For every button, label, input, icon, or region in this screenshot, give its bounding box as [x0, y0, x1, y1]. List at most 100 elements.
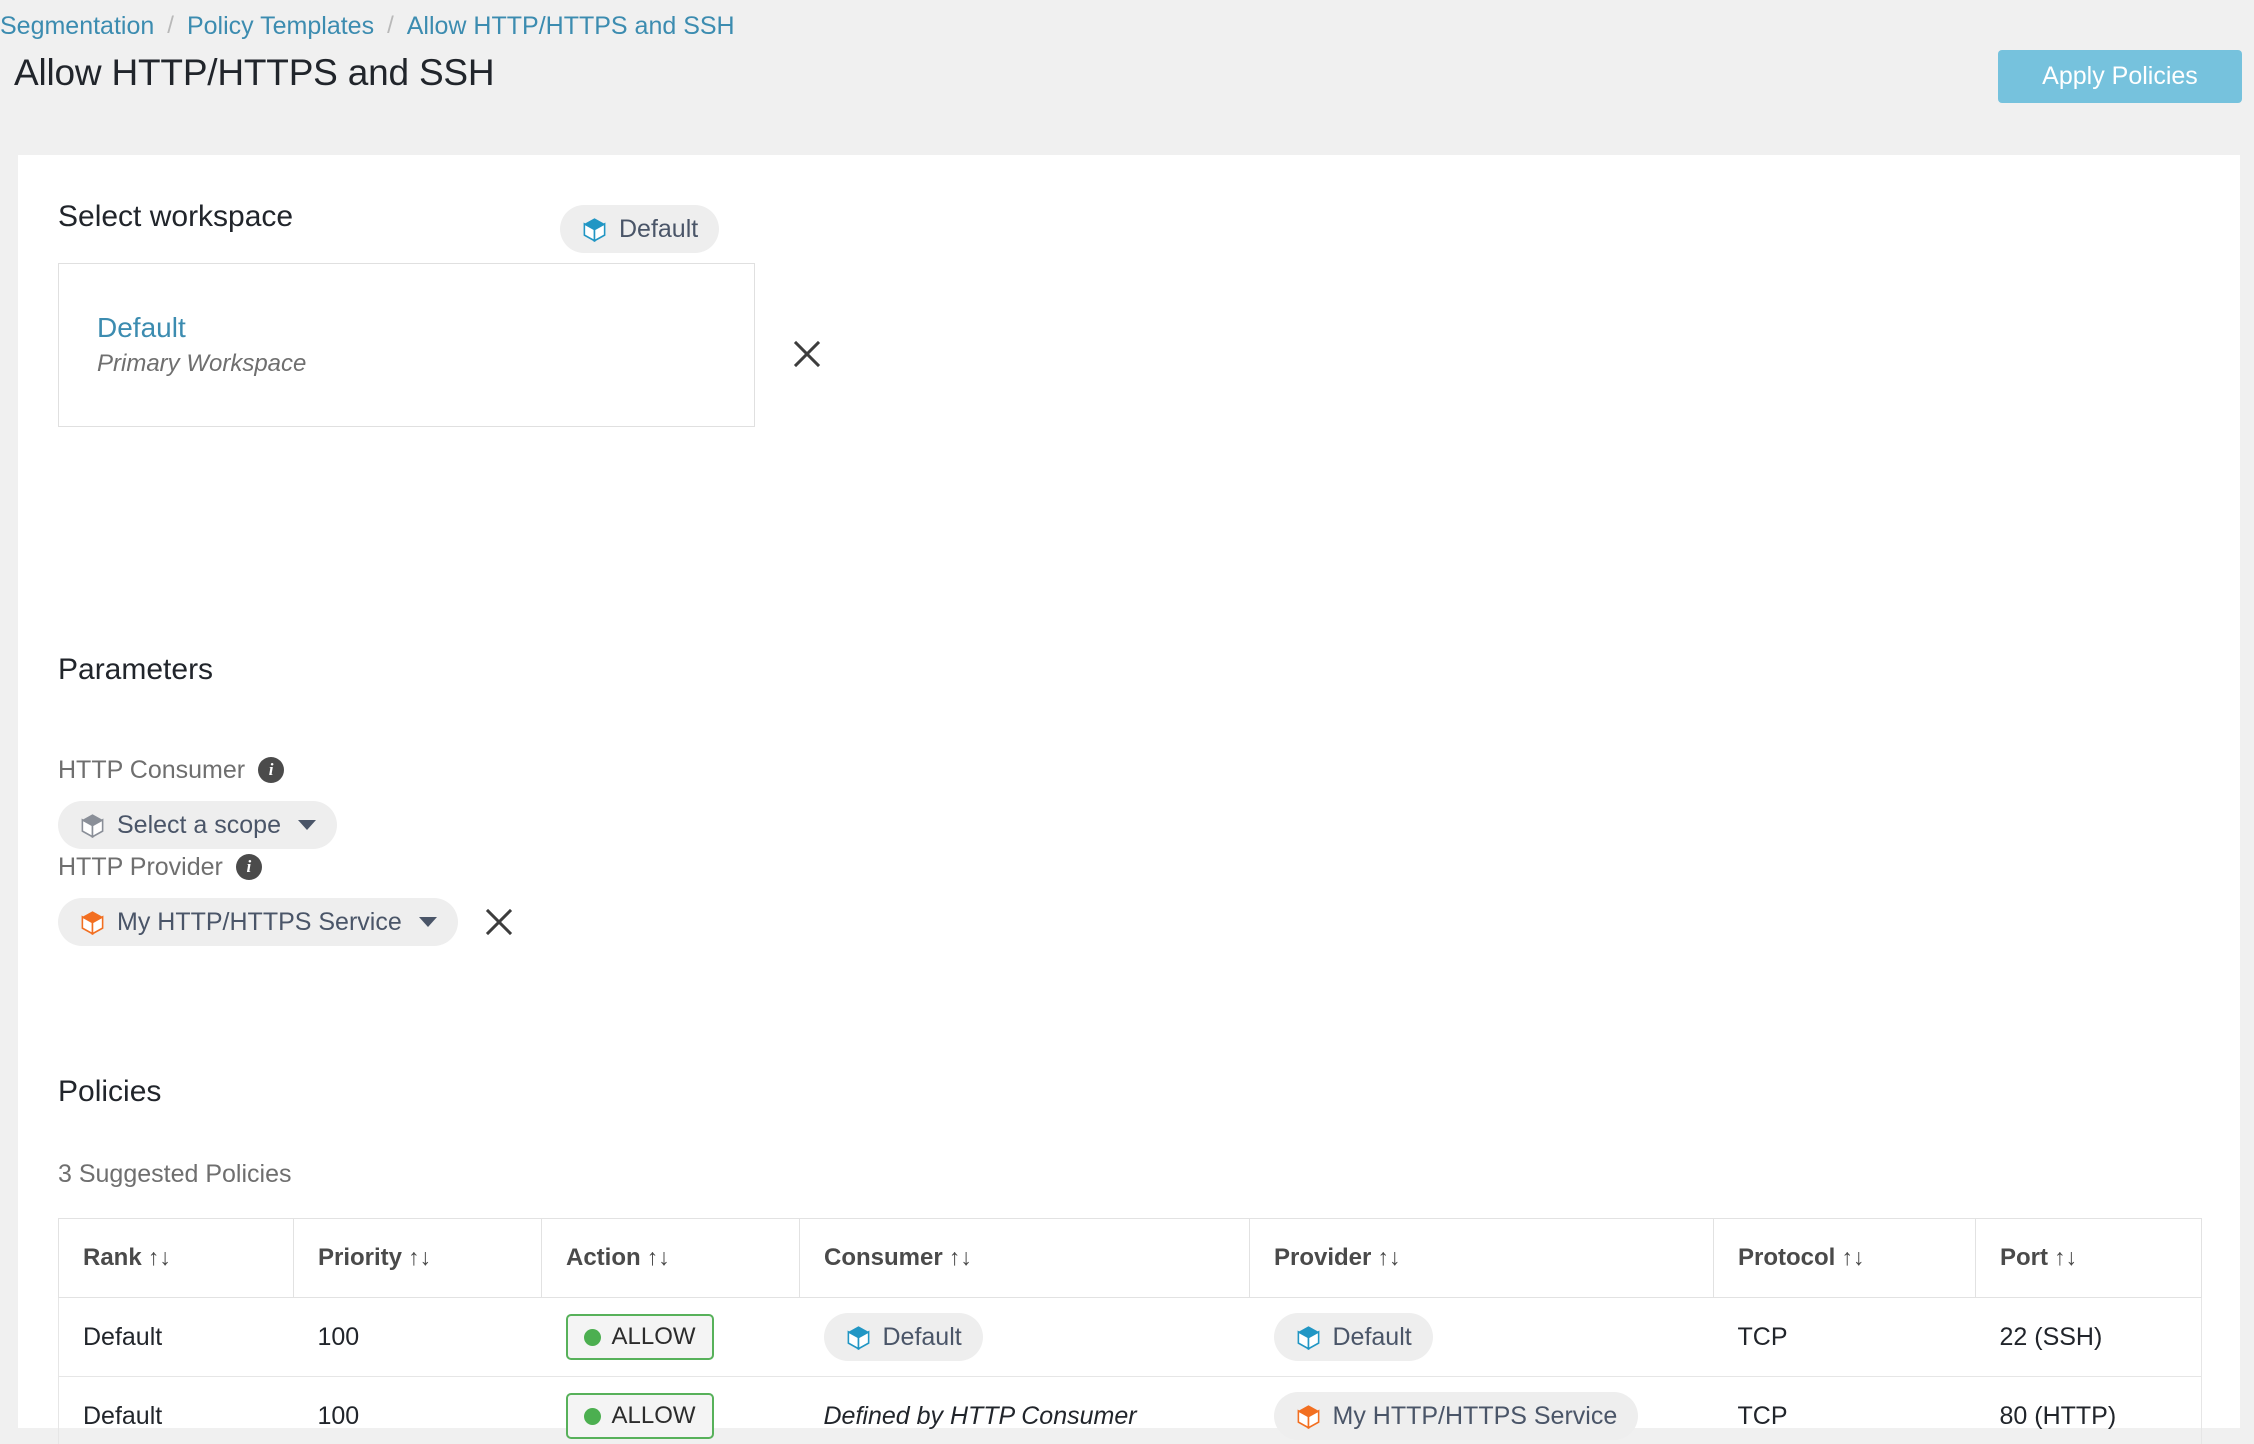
cell-port: 80 (HTTP)	[1975, 1376, 2202, 1444]
parameter-control: Select a scope	[58, 801, 337, 849]
cube-icon-gray	[81, 813, 104, 838]
policies-table: Rank ↑↓ Priority ↑↓ Action ↑↓ Consumer ↑↓ Pr…	[58, 1218, 2202, 1444]
breadcrumb-separator: /	[167, 12, 174, 39]
column-label: Protocol	[1738, 1244, 1836, 1271]
sort-icon[interactable]: ↑↓	[1377, 1244, 1400, 1270]
parameter-label-row: HTTP Provider i	[58, 850, 518, 884]
provider-chip[interactable]: My HTTP/HTTPS Service	[1273, 1392, 1639, 1440]
action-badge-label: ALLOW	[611, 1323, 696, 1350]
info-icon[interactable]: i	[235, 854, 262, 880]
http-provider-value: My HTTP/HTTPS Service	[117, 907, 402, 936]
column-label: Priority	[318, 1244, 403, 1271]
breadcrumb-item-current[interactable]: Allow HTTP/HTTPS and SSH	[407, 12, 735, 41]
provider-chip[interactable]: Default	[1273, 1313, 1433, 1361]
parameter-label: HTTP Provider	[58, 852, 223, 881]
cell-rank: Default	[58, 1297, 294, 1377]
chevron-down-icon	[298, 820, 316, 830]
sort-icon[interactable]: ↑↓	[949, 1244, 972, 1270]
action-badge-allow[interactable]: ALLOW	[565, 1314, 714, 1360]
remove-workspace-icon[interactable]	[788, 335, 826, 373]
content-panel: Select workspace Default Primary Workspa…	[18, 155, 2240, 1444]
cell-port: 22 (SSH)	[1975, 1297, 2202, 1377]
http-provider-scope-select[interactable]: My HTTP/HTTPS Service	[58, 898, 458, 946]
cell-protocol: TCP	[1713, 1297, 1976, 1377]
cell-priority: 100	[293, 1297, 542, 1377]
sort-icon[interactable]: ↑↓	[2054, 1244, 2077, 1270]
column-header-port[interactable]: Port ↑↓	[1975, 1218, 2202, 1298]
cell-consumer: Defined by HTTP Consumer	[799, 1376, 1250, 1444]
policies-count: 3 Suggested Policies	[58, 1160, 292, 1188]
workspace-scope-chip[interactable]: Default	[560, 205, 720, 253]
workspace-name-link[interactable]: Default	[97, 309, 306, 347]
policies-table-body: Default 100 ALLOW Default Default TCP 22 (SSH)…	[58, 1297, 2202, 1444]
consumer-chip[interactable]: Default	[823, 1313, 983, 1361]
cube-icon-blue	[847, 1325, 869, 1350]
chevron-down-icon	[418, 917, 437, 927]
column-label: Consumer	[824, 1244, 943, 1271]
cell-action: ALLOW	[541, 1297, 800, 1377]
provider-chip-label: Default	[1332, 1322, 1412, 1351]
workspace-scope-chip-label: Default	[619, 214, 699, 243]
workspace-info: Default Primary Workspace	[97, 309, 306, 381]
sort-icon[interactable]: ↑↓	[1841, 1244, 1864, 1270]
table-row[interactable]: Default 100 ALLOW Default Default TCP 22 (SSH)	[58, 1297, 2202, 1377]
status-dot-icon	[583, 1328, 601, 1346]
parameter-http-provider: HTTP Provider i My HTTP/HTTPS Service	[58, 850, 518, 946]
parameters-heading: Parameters	[58, 653, 214, 686]
http-consumer-scope-select[interactable]: Select a scope	[58, 801, 337, 849]
cell-action: ALLOW	[541, 1376, 800, 1444]
action-badge-allow[interactable]: ALLOW	[565, 1393, 714, 1439]
column-label: Port	[2000, 1244, 2048, 1271]
table-header-row: Rank ↑↓ Priority ↑↓ Action ↑↓ Consumer ↑↓ Pr…	[58, 1218, 2202, 1298]
policies-table-header: Rank ↑↓ Priority ↑↓ Action ↑↓ Consumer ↑↓ Pr…	[58, 1218, 2202, 1298]
cell-rank: Default	[58, 1376, 294, 1444]
column-label: Action	[566, 1244, 641, 1271]
parameter-label: HTTP Consumer	[58, 755, 246, 784]
cube-icon-orange	[1297, 1404, 1319, 1429]
column-label: Provider	[1274, 1244, 1372, 1271]
consumer-text: Defined by HTTP Consumer	[823, 1401, 1137, 1430]
sort-icon[interactable]: ↑↓	[408, 1244, 431, 1270]
sort-icon[interactable]: ↑↓	[148, 1244, 171, 1270]
breadcrumb: Segmentation / Policy Templates / Allow …	[0, 8, 735, 44]
consumer-chip-label: Default	[882, 1322, 962, 1351]
page-title: Allow HTTP/HTTPS and SSH	[14, 52, 495, 93]
cell-protocol: TCP	[1713, 1376, 1976, 1444]
remove-http-provider-icon[interactable]	[480, 903, 518, 941]
page-header: Allow HTTP/HTTPS and SSH Apply Policies	[0, 50, 2254, 128]
workspace-card[interactable]: Default Primary Workspace	[58, 263, 755, 427]
provider-chip-label: My HTTP/HTTPS Service	[1332, 1401, 1618, 1430]
app-page: Segmentation / Policy Templates / Allow …	[0, 0, 2254, 1444]
status-dot-icon	[583, 1407, 601, 1425]
action-badge-label: ALLOW	[611, 1402, 696, 1429]
column-header-consumer[interactable]: Consumer ↑↓	[799, 1218, 1250, 1298]
table-row[interactable]: Default 100 ALLOW Defined by HTTP Consumer M…	[58, 1376, 2202, 1444]
column-header-protocol[interactable]: Protocol ↑↓	[1713, 1218, 1976, 1298]
cube-icon-orange	[81, 910, 104, 935]
apply-policies-button[interactable]: Apply Policies	[1998, 50, 2242, 103]
breadcrumb-item-segmentation[interactable]: Segmentation	[0, 12, 154, 41]
workspace-scope-chip-wrap: Default	[560, 205, 720, 253]
parameter-http-consumer: HTTP Consumer i Select a scope	[58, 753, 337, 849]
breadcrumb-item-policy-templates[interactable]: Policy Templates	[187, 12, 374, 41]
column-header-rank[interactable]: Rank ↑↓	[58, 1218, 294, 1298]
cube-icon-blue	[1297, 1325, 1319, 1350]
column-label: Rank	[83, 1244, 142, 1271]
sort-icon[interactable]: ↑↓	[647, 1244, 670, 1270]
http-consumer-value: Select a scope	[117, 810, 281, 839]
parameter-label-row: HTTP Consumer i	[58, 753, 337, 787]
parameter-control: My HTTP/HTTPS Service	[58, 898, 518, 946]
cell-provider: My HTTP/HTTPS Service	[1249, 1376, 1714, 1444]
cube-icon-blue	[583, 217, 606, 242]
select-workspace-heading: Select workspace	[58, 200, 294, 233]
column-header-provider[interactable]: Provider ↑↓	[1249, 1218, 1714, 1298]
column-header-action[interactable]: Action ↑↓	[541, 1218, 800, 1298]
cell-consumer: Default	[799, 1297, 1250, 1377]
breadcrumb-separator: /	[387, 12, 394, 39]
cell-priority: 100	[293, 1376, 542, 1444]
info-icon[interactable]: i	[258, 757, 285, 783]
column-header-priority[interactable]: Priority ↑↓	[293, 1218, 542, 1298]
cell-provider: Default	[1249, 1297, 1714, 1377]
policies-heading: Policies	[58, 1075, 162, 1108]
workspace-subtitle: Primary Workspace	[97, 350, 307, 377]
